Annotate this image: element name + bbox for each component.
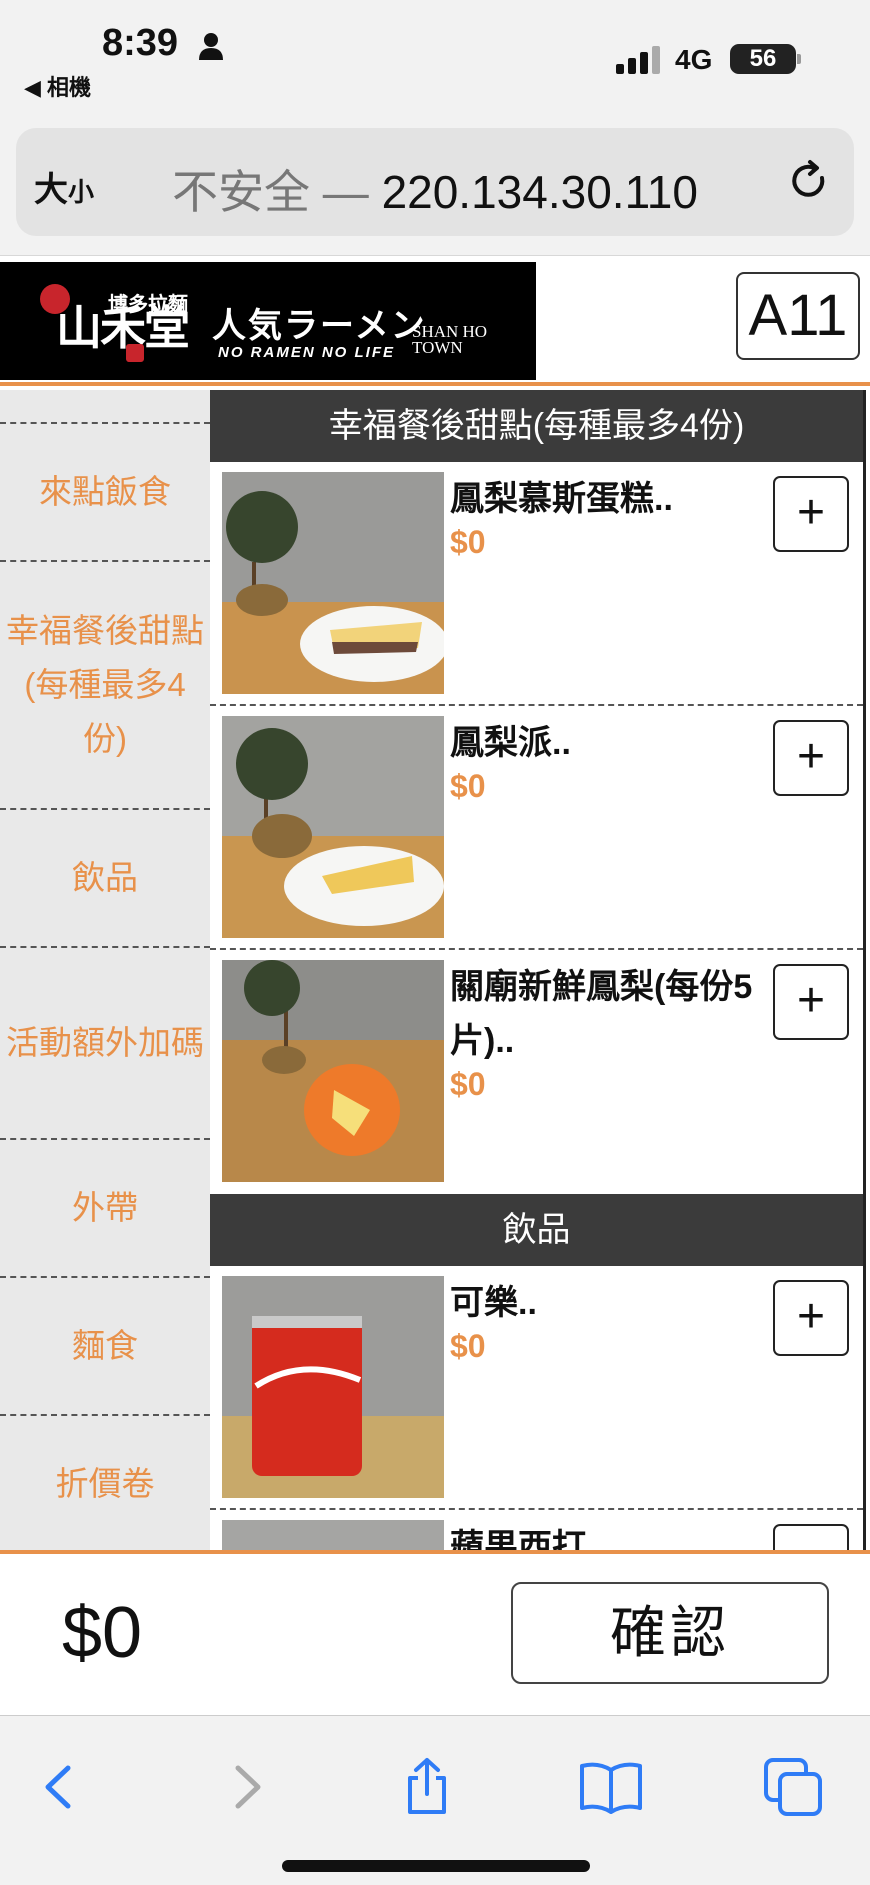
- sidebar-item-noodles[interactable]: 麵食: [0, 1278, 210, 1416]
- product-name: 可樂..: [450, 1284, 537, 1322]
- status-bar: 8:39 ◀ 相機 4G 56: [0, 0, 870, 120]
- product-image: [222, 1276, 444, 1498]
- product-price: $0: [450, 1066, 486, 1102]
- table-number: A11: [736, 272, 860, 360]
- product-item: 鳳梨派.. $0 +: [210, 706, 863, 950]
- add-to-cart-button[interactable]: +: [773, 720, 849, 796]
- tabs-icon[interactable]: [758, 1752, 828, 1822]
- reload-icon[interactable]: [784, 156, 834, 206]
- banner-town: SHAN HO TOWN: [412, 322, 488, 357]
- forward-icon[interactable]: [212, 1752, 282, 1822]
- product-item: 可樂.. $0 +: [210, 1266, 863, 1510]
- share-icon[interactable]: [392, 1752, 462, 1822]
- home-indicator: [282, 1860, 590, 1872]
- sidebar-divider: [0, 390, 210, 424]
- add-to-cart-button[interactable]: +: [773, 964, 849, 1040]
- product-item: 關廟新鮮鳳梨(每份5片).. $0 +: [210, 950, 863, 1194]
- section-header-drinks: 飲品: [210, 1194, 863, 1266]
- back-to-app-link[interactable]: ◀ 相機: [24, 70, 91, 102]
- sidebar-item-bonus[interactable]: 活動額外加碼: [0, 948, 210, 1140]
- back-icon[interactable]: [24, 1752, 94, 1822]
- confirm-button[interactable]: 確認: [511, 1582, 829, 1684]
- logo-subtitle: 博多拉麵: [108, 294, 188, 316]
- url-display[interactable]: 不安全 — 220.134.30.110: [172, 156, 698, 222]
- category-sidebar: 來點飯食 幸福餐後甜點(每種最多4份) 飲品 活動額外加碼 外帶 麵食 折價卷: [0, 390, 210, 1550]
- product-item: 鳳梨慕斯蛋糕.. $0 +: [210, 462, 863, 706]
- order-total-bar: $0 確認: [0, 1550, 870, 1716]
- url-host: 220.134.30.110: [381, 166, 698, 218]
- add-to-cart-button[interactable]: [773, 1524, 849, 1550]
- product-price: $0: [450, 768, 486, 804]
- product-image: [222, 472, 444, 694]
- address-bar[interactable]: 大小 不安全 — 220.134.30.110: [16, 128, 854, 236]
- product-image: [222, 1520, 444, 1550]
- person-icon: [199, 33, 223, 60]
- browser-address-area: 大小 不安全 — 220.134.30.110: [0, 120, 870, 256]
- text-size-button[interactable]: 大小: [34, 162, 94, 211]
- product-name: 鳳梨慕斯蛋糕..: [450, 480, 673, 518]
- status-time: 8:39: [102, 22, 179, 64]
- banner-title: 人気ラーメン: [212, 307, 427, 345]
- seal-icon: [126, 344, 144, 362]
- sidebar-item-dessert[interactable]: 幸福餐後甜點(每種最多4份): [0, 562, 210, 810]
- bookmarks-icon[interactable]: [576, 1752, 646, 1822]
- product-name: 蘋果西打: [450, 1528, 586, 1550]
- shop-banner: 山禾堂 博多拉麵 人気ラーメン NO RAMEN NO LIFE SHAN HO…: [0, 262, 536, 380]
- product-item: 蘋果西打: [210, 1510, 863, 1550]
- battery-icon: 56: [730, 44, 801, 74]
- banner-slogan: NO RAMEN NO LIFE: [218, 344, 395, 361]
- product-name: 關廟新鮮鳳梨(每份5片)..: [450, 968, 753, 1060]
- add-to-cart-button[interactable]: +: [773, 1280, 849, 1356]
- add-to-cart-button[interactable]: +: [773, 476, 849, 552]
- shop-header: 山禾堂 博多拉麵 人気ラーメン NO RAMEN NO LIFE SHAN HO…: [0, 256, 870, 386]
- section-header-dessert: 幸福餐後甜點(每種最多4份): [210, 390, 863, 462]
- sidebar-item-coupon[interactable]: 折價卷: [0, 1416, 210, 1550]
- sidebar-item-rice[interactable]: 來點飯食: [0, 424, 210, 562]
- sidebar-item-drinks[interactable]: 飲品: [0, 810, 210, 948]
- insecure-label: 不安全 —: [172, 166, 382, 218]
- product-list: 幸福餐後甜點(每種最多4份) 鳳梨慕斯蛋糕.. $0 + 鳳梨派.. $0 + …: [210, 390, 866, 1550]
- product-image: [222, 960, 444, 1182]
- product-price: $0: [450, 1328, 486, 1364]
- network-type: 4G: [675, 44, 713, 75]
- product-name: 鳳梨派..: [450, 724, 571, 762]
- product-image: [222, 716, 444, 938]
- product-price: $0: [450, 524, 486, 560]
- sidebar-item-takeout[interactable]: 外帶: [0, 1140, 210, 1278]
- signal-icon: [616, 46, 660, 74]
- order-total: $0: [62, 1593, 143, 1673]
